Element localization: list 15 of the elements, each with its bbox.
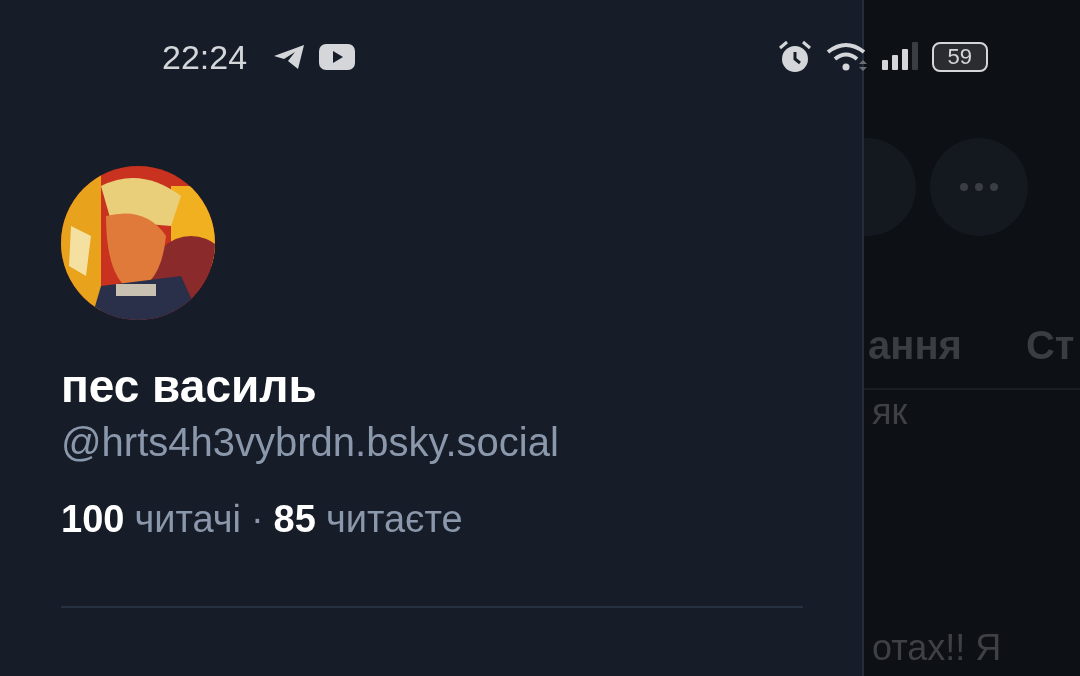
separator: · (250, 497, 264, 542)
clock: 22:24 (162, 37, 248, 77)
followers-label[interactable]: читачі (134, 494, 241, 544)
signal-icon (881, 42, 918, 72)
followers-count[interactable]: 100 (61, 494, 125, 544)
user-handle: @hrts4h3vybrdn.bsky.social (61, 419, 560, 466)
play-icon (319, 44, 356, 70)
display-name: пес василь (61, 359, 318, 414)
send-icon (273, 44, 306, 70)
wifi-icon (825, 42, 868, 72)
battery-indicator: 59 (931, 42, 988, 72)
following-count[interactable]: 85 (273, 494, 316, 544)
more-icon (960, 182, 998, 192)
alarm-icon (777, 40, 812, 74)
following-label[interactable]: читаєте (325, 494, 463, 544)
